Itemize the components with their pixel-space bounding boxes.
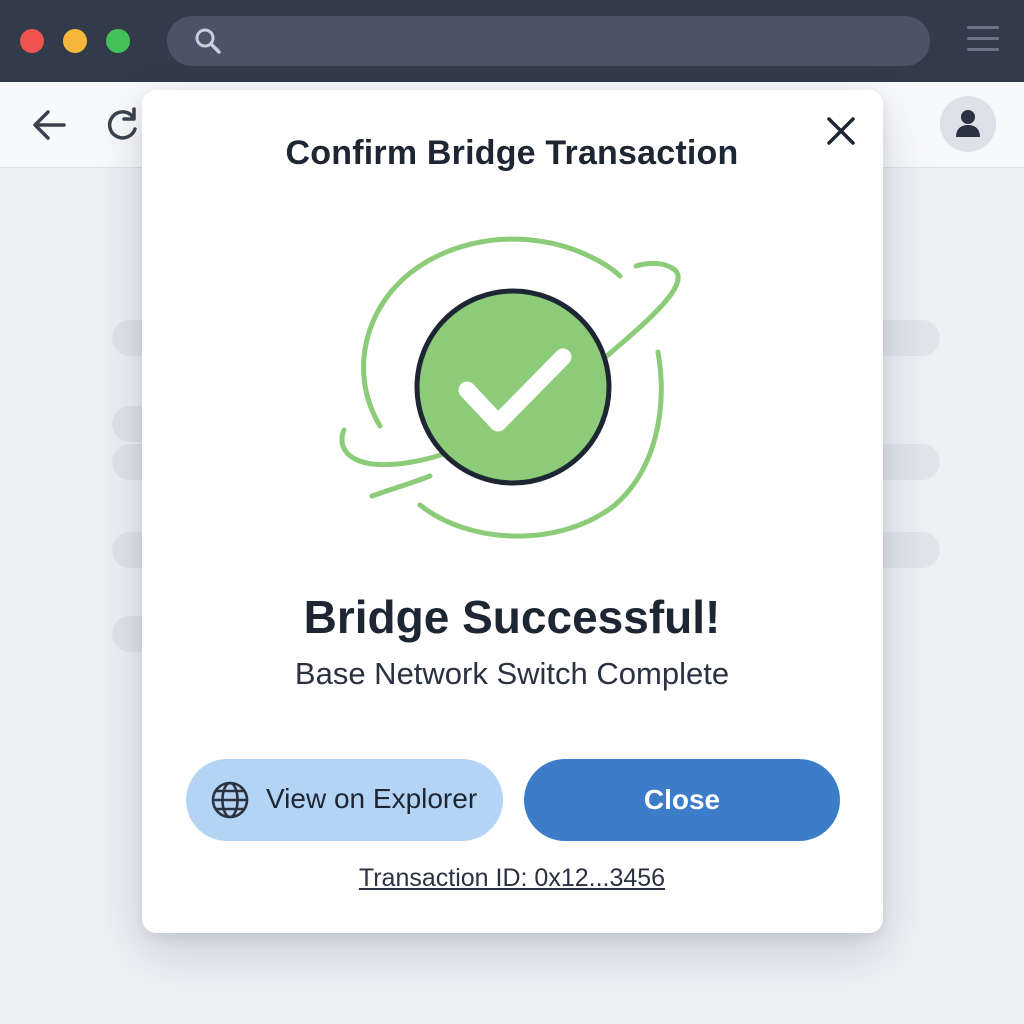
modal-title: Confirm Bridge Transaction [285, 134, 739, 172]
success-subtitle: Base Network Switch Complete [294, 656, 730, 691]
success-check-icon [339, 236, 681, 539]
success-heading: Bridge Successful! [303, 591, 721, 643]
window-close-button[interactable] [20, 29, 44, 53]
address-bar[interactable] [167, 16, 930, 66]
close-button[interactable]: Close [524, 759, 840, 841]
transaction-id-link[interactable]: Transaction ID: 0x12...3456 [0, 864, 1024, 893]
close-icon[interactable] [822, 112, 860, 150]
window-minimize-button[interactable] [63, 29, 87, 53]
globe-icon [211, 781, 249, 819]
search-icon [195, 28, 221, 54]
hamburger-menu-icon[interactable] [965, 23, 1001, 55]
view-on-explorer-button[interactable]: View on Explorer [186, 759, 503, 841]
explorer-button-label: View on Explorer [266, 783, 478, 814]
window-maximize-button[interactable] [106, 29, 130, 53]
